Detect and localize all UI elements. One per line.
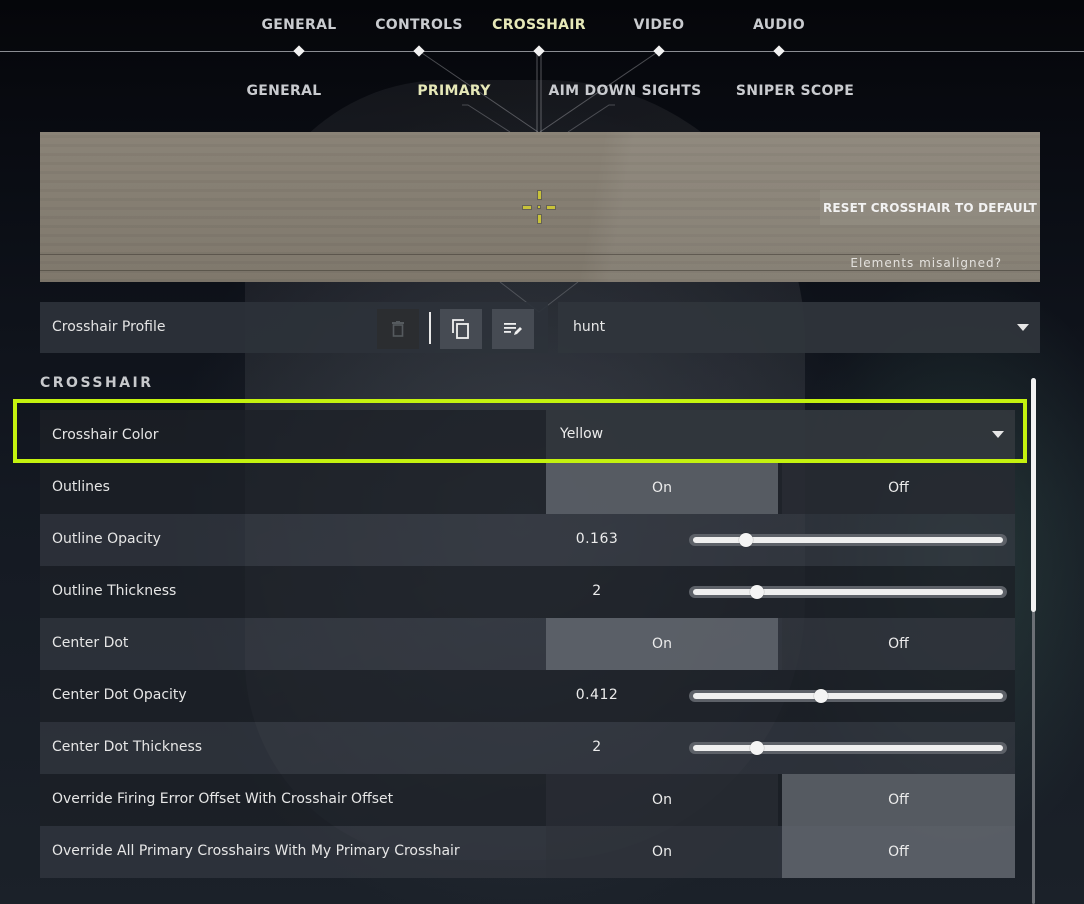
wall-texture-line [40, 270, 1040, 271]
override-all-primary-toggle: On Off [546, 826, 1015, 878]
outline-opacity-value: 0.163 [575, 531, 619, 547]
crosshair-profile-label: Crosshair Profile [52, 319, 166, 335]
slider-track [693, 745, 1003, 751]
setting-outline-opacity: Outline Opacity 0.163 [40, 514, 1015, 566]
tab-crosshair[interactable]: CROSSHAIR [492, 17, 586, 33]
setting-override-firing-error-offset: Override Firing Error Offset With Crossh… [40, 774, 1015, 826]
crosshair-color-value: Yellow [560, 426, 604, 442]
center-dot-toggle: On Off [546, 618, 1015, 670]
center-dot-opacity-value: 0.412 [575, 687, 619, 703]
center-dot-opacity-control: 0.412 [546, 670, 1015, 722]
top-nav: GENERAL CONTROLS CROSSHAIR VIDEO AUDIO [0, 0, 1084, 57]
setting-label: Override All Primary Crosshairs With My … [52, 843, 460, 859]
scrollbar-thumb[interactable] [1031, 378, 1036, 612]
tab-general[interactable]: GENERAL [262, 17, 337, 33]
rename-icon [504, 323, 522, 335]
crosshair-settings-list: Crosshair Color Yellow Outlines On Off O… [40, 410, 1015, 878]
setting-label: Center Dot [52, 635, 129, 651]
crosshair-profile-row: Crosshair Profile [40, 302, 548, 353]
crosshair-profile-dropdown[interactable]: hunt [558, 302, 1040, 353]
setting-center-dot-thickness: Center Dot Thickness 2 [40, 722, 1015, 774]
rename-profile-button[interactable] [492, 309, 534, 349]
center-dot-thickness-control: 2 [546, 722, 1015, 774]
tab-controls[interactable]: CONTROLS [375, 17, 463, 33]
subtab-general[interactable]: GENERAL [247, 83, 322, 99]
trash-icon [392, 321, 404, 337]
override-firing-error-toggle: On Off [546, 774, 1015, 826]
center-dot-opacity-slider[interactable] [689, 689, 1007, 703]
center-dot-off-option[interactable]: Off [782, 618, 1015, 670]
outline-opacity-slider[interactable] [689, 533, 1007, 547]
setting-crosshair-color: Crosshair Color Yellow [40, 410, 1015, 462]
delete-profile-button[interactable] [377, 309, 419, 349]
setting-center-dot-opacity: Center Dot Opacity 0.412 [40, 670, 1015, 722]
outline-thickness-slider[interactable] [689, 585, 1007, 599]
slider-knob[interactable] [750, 741, 765, 755]
tab-marker-icon [653, 45, 665, 57]
center-dot-thickness-value: 2 [592, 739, 602, 755]
override-firing-error-on-option[interactable]: On [546, 774, 778, 826]
override-firing-error-off-option[interactable]: Off [782, 774, 1015, 826]
outline-opacity-control: 0.163 [546, 514, 1015, 566]
setting-label: Override Firing Error Offset With Crossh… [52, 791, 394, 807]
crosshair-preview: RESET CROSSHAIR TO DEFAULT Elements misa… [40, 132, 1040, 282]
tab-marker-icon [533, 45, 545, 57]
setting-label: Outline Opacity [52, 531, 161, 547]
setting-outlines: Outlines On Off [40, 462, 1015, 514]
slider-track [693, 693, 1003, 699]
setting-center-dot: Center Dot On Off [40, 618, 1015, 670]
tab-marker-icon [293, 45, 305, 57]
reset-crosshair-button[interactable]: RESET CROSSHAIR TO DEFAULT [820, 190, 1040, 225]
override-all-primary-off-option[interactable]: Off [782, 826, 1015, 878]
setting-label: Outline Thickness [52, 583, 177, 599]
slider-knob[interactable] [814, 689, 829, 703]
copy-icon [452, 319, 469, 339]
slider-knob[interactable] [750, 585, 765, 599]
tab-audio[interactable]: AUDIO [753, 17, 805, 33]
setting-label: Center Dot Thickness [52, 739, 203, 755]
tab-video[interactable]: VIDEO [634, 17, 685, 33]
outlines-off-option[interactable]: Off [782, 462, 1015, 514]
profile-toolbar-divider [429, 312, 431, 344]
tab-marker-icon [773, 45, 785, 57]
override-all-primary-on-option[interactable]: On [546, 826, 778, 878]
outlines-on-option[interactable]: On [546, 462, 778, 514]
chevron-down-icon [1017, 324, 1029, 331]
copy-profile-button[interactable] [440, 309, 482, 349]
setting-label: Center Dot Opacity [52, 687, 187, 703]
tab-marker-icon [413, 45, 425, 57]
slider-track [693, 589, 1003, 595]
outlines-toggle: On Off [546, 462, 1015, 514]
subtab-primary[interactable]: PRIMARY [417, 83, 490, 99]
profile-selected-value: hunt [573, 319, 606, 335]
setting-label: Crosshair Color [52, 427, 159, 443]
crosshair-color-dropdown[interactable]: Yellow [546, 410, 1015, 462]
center-dot-thickness-slider[interactable] [689, 741, 1007, 755]
wall-texture-line [40, 254, 900, 255]
outline-thickness-value: 2 [592, 583, 602, 599]
setting-outline-thickness: Outline Thickness 2 [40, 566, 1015, 618]
subtab-sniper-scope[interactable]: SNIPER SCOPE [736, 83, 854, 99]
subtab-aim-down-sights[interactable]: AIM DOWN SIGHTS [548, 83, 701, 99]
slider-knob[interactable] [739, 533, 754, 547]
chevron-down-icon [992, 431, 1004, 438]
center-dot-on-option[interactable]: On [546, 618, 778, 670]
outline-thickness-control: 2 [546, 566, 1015, 618]
section-title-crosshair: CROSSHAIR [40, 375, 154, 391]
elements-misaligned-link[interactable]: Elements misaligned? [850, 256, 1002, 270]
setting-label: Outlines [52, 479, 110, 495]
setting-override-all-primary-crosshairs: Override All Primary Crosshairs With My … [40, 826, 1015, 878]
